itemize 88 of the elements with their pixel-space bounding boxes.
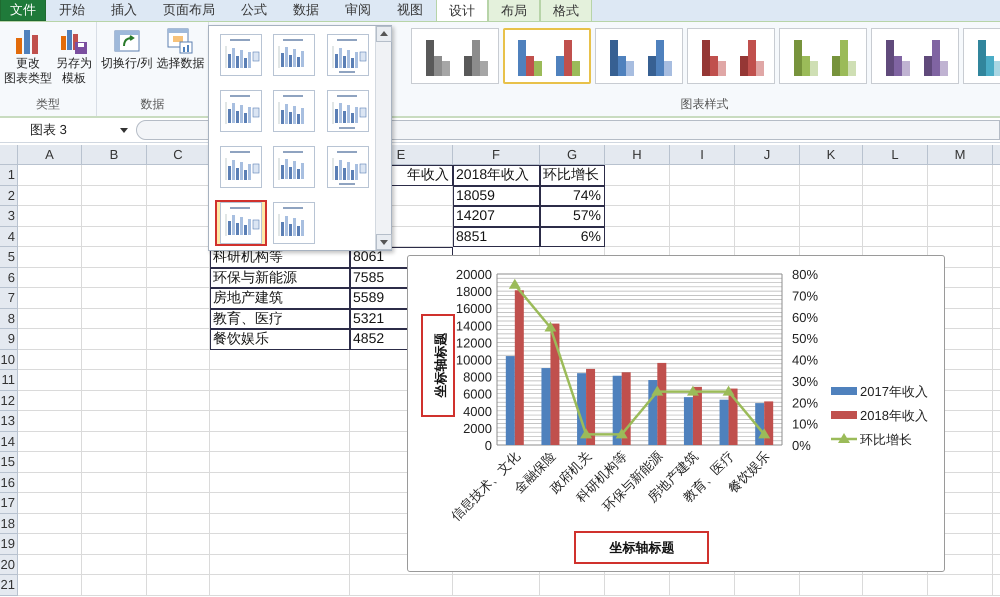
column-header[interactable]: H xyxy=(605,145,670,165)
axis-tick-label: 0 xyxy=(484,438,492,453)
axis-tick-label: 10000 xyxy=(456,352,492,368)
row-header[interactable]: 6 xyxy=(0,268,18,288)
axis-tick-label: 0% xyxy=(792,438,811,453)
ribbon-tab[interactable]: 视图 xyxy=(384,0,436,21)
row-header[interactable]: 18 xyxy=(0,514,18,534)
row-header[interactable]: 8 xyxy=(0,308,18,329)
row-header[interactable]: 9 xyxy=(0,329,18,350)
row-header[interactable]: 15 xyxy=(0,452,18,472)
column-header[interactable]: F xyxy=(453,145,540,165)
column-header[interactable]: C xyxy=(147,145,210,165)
row-header[interactable]: 7 xyxy=(0,288,18,308)
axis-tick-label: 12000 xyxy=(456,335,492,350)
row-header[interactable]: 10 xyxy=(0,350,18,370)
legend-label: 2018年收入 xyxy=(860,408,928,423)
table-cell: 环保与新能源 xyxy=(210,268,350,288)
group-label: 图表样式 xyxy=(680,96,730,113)
column-header[interactable]: M xyxy=(928,145,993,165)
ribbon-tab[interactable]: 文件 xyxy=(0,0,46,21)
table-cell: 6% xyxy=(540,226,605,247)
row-header[interactable]: 3 xyxy=(0,206,18,226)
axis-tick-label: 18000 xyxy=(456,284,492,300)
row-header[interactable]: 16 xyxy=(0,472,18,493)
ribbon-button[interactable]: 另存为 模板 xyxy=(54,26,94,95)
column-header[interactable]: K xyxy=(800,145,863,165)
column-header[interactable]: J xyxy=(735,145,800,165)
table-cell: 餐饮娱乐 xyxy=(210,329,350,350)
axis-tick-label: 40% xyxy=(792,352,818,368)
axis-tick-label: 14000 xyxy=(456,318,492,334)
axis-tick-label: 20000 xyxy=(456,267,492,282)
axis-tick-label: 60% xyxy=(792,310,818,325)
table-cell: 2018年收入 xyxy=(453,165,540,186)
name-box-value: 图表 3 xyxy=(30,121,67,140)
ribbon-tab[interactable]: 格式 xyxy=(540,0,592,21)
ribbon-tab[interactable]: 数据 xyxy=(280,0,332,21)
table-cell: 8851 xyxy=(453,226,540,247)
column-header[interactable]: B xyxy=(82,145,147,165)
axis-tick-label: 20% xyxy=(792,395,818,410)
table-cell: 57% xyxy=(540,206,605,226)
table-cell: 14207 xyxy=(453,206,540,226)
ribbon-button[interactable]: 切换行/列 xyxy=(99,26,154,95)
table-cell: 环比增长 xyxy=(540,165,605,186)
axis-tick-label: 16000 xyxy=(456,301,492,316)
row-header[interactable]: 12 xyxy=(0,390,18,411)
axis-tick-label: 2000 xyxy=(463,420,492,436)
column-header[interactable]: L xyxy=(863,145,928,165)
axis-tick-label: 6000 xyxy=(463,386,492,402)
axis-tick-label: 30% xyxy=(792,374,818,389)
table-cell: 18059 xyxy=(453,186,540,206)
row-header[interactable]: 5 xyxy=(0,247,18,268)
x-axis-title: 坐标轴标题 xyxy=(610,540,674,555)
name-box[interactable]: 图表 3 xyxy=(0,120,132,140)
legend-label: 2017年收入 xyxy=(860,384,928,399)
row-header[interactable]: 14 xyxy=(0,432,18,452)
row-header[interactable]: 4 xyxy=(0,226,18,247)
column-header[interactable]: I xyxy=(670,145,735,165)
row-header[interactable]: 1 xyxy=(0,165,18,186)
legend-label: 环比增长 xyxy=(860,432,912,447)
row-header[interactable]: 19 xyxy=(0,534,18,554)
axis-tick-label: 10% xyxy=(792,416,818,432)
table-cell: 房地产建筑 xyxy=(210,288,350,308)
table-cell: 74% xyxy=(540,186,605,206)
group-label: 数据 xyxy=(140,96,165,113)
ribbon-button[interactable]: 更改 图表类型 xyxy=(2,26,54,95)
axis-tick-label: 70% xyxy=(792,288,818,304)
row-header[interactable]: 17 xyxy=(0,493,18,514)
column-header[interactable]: A xyxy=(18,145,82,165)
table-cell: 教育、医疗 xyxy=(210,308,350,329)
ribbon-tab[interactable]: 公式 xyxy=(228,0,280,21)
ribbon-tab[interactable]: 页面布局 xyxy=(150,0,228,21)
row-header[interactable]: 21 xyxy=(0,575,18,596)
ribbon-tab[interactable]: 审阅 xyxy=(332,0,384,21)
row-header[interactable]: 20 xyxy=(0,554,18,575)
axis-tick-label: 80% xyxy=(792,267,818,282)
row-header[interactable]: 2 xyxy=(0,186,18,206)
ribbon-tab[interactable]: 开始 xyxy=(46,0,98,21)
ribbon-tab[interactable]: 设计 xyxy=(436,0,488,21)
row-header[interactable]: 11 xyxy=(0,370,18,390)
column-header[interactable]: G xyxy=(540,145,605,165)
row-header[interactable]: 13 xyxy=(0,411,18,432)
group-label: 类型 xyxy=(36,96,60,113)
ribbon-tab[interactable]: 插入 xyxy=(98,0,150,21)
axis-tick-label: 8000 xyxy=(463,370,492,385)
ribbon-tab[interactable]: 布局 xyxy=(488,0,540,21)
ribbon-button[interactable]: 选择数据 xyxy=(154,26,206,95)
axis-tick-label: 4000 xyxy=(463,404,492,419)
axis-tick-label: 50% xyxy=(792,331,818,346)
